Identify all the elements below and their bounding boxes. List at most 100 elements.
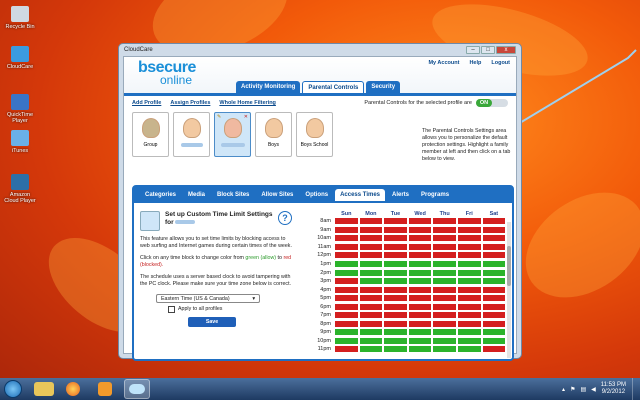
add-profile-link[interactable]: Add Profile <box>132 100 161 106</box>
time-block-blocked[interactable] <box>407 251 433 260</box>
time-block-allowed[interactable] <box>383 260 408 268</box>
time-block-blocked[interactable] <box>481 319 507 328</box>
tab-activity-monitoring[interactable]: Activity Monitoring <box>236 81 301 93</box>
time-block-allowed[interactable] <box>481 328 507 337</box>
start-button[interactable] <box>4 380 22 398</box>
time-block-blocked[interactable] <box>456 217 482 226</box>
time-block-blocked[interactable] <box>432 242 457 251</box>
time-block-allowed[interactable] <box>481 260 507 268</box>
time-block-blocked[interactable] <box>358 234 384 243</box>
time-block-allowed[interactable] <box>432 345 457 354</box>
tab-programs[interactable]: Programs <box>416 189 454 201</box>
time-block-blocked[interactable] <box>481 311 507 320</box>
time-block-allowed[interactable] <box>383 277 408 286</box>
time-block-blocked[interactable] <box>432 217 457 226</box>
timezone-select[interactable]: Eastern Time (US & Canada) ▾ <box>156 294 260 303</box>
time-block-blocked[interactable] <box>358 319 384 328</box>
time-block-blocked[interactable] <box>383 285 408 294</box>
desktop-shortcut[interactable]: QuickTime Player <box>2 94 38 124</box>
show-desktop-button[interactable] <box>632 378 640 400</box>
time-block-allowed[interactable] <box>334 328 359 337</box>
time-block-allowed[interactable] <box>334 260 359 268</box>
whole-home-filtering-link[interactable]: Whole Home Filtering <box>219 100 276 106</box>
time-block-blocked[interactable] <box>407 217 433 226</box>
time-block-allowed[interactable] <box>383 328 408 337</box>
network-icon[interactable]: ▤ <box>580 386 586 393</box>
time-block-blocked[interactable] <box>407 319 433 328</box>
time-block-allowed[interactable] <box>334 268 359 277</box>
time-block-blocked[interactable] <box>481 285 507 294</box>
time-block-allowed[interactable] <box>407 336 433 345</box>
tab-security[interactable]: Security <box>366 81 401 93</box>
volume-icon[interactable]: ◀ <box>591 386 596 393</box>
maximize-button[interactable]: □ <box>481 45 495 54</box>
time-block-allowed[interactable] <box>358 328 384 337</box>
edit-icon[interactable]: ✎ <box>217 114 221 120</box>
time-block-allowed[interactable] <box>358 268 384 277</box>
firefox-icon[interactable] <box>60 379 86 399</box>
profile-card-group[interactable]: Group <box>132 112 169 157</box>
time-block-allowed[interactable] <box>481 336 507 345</box>
time-block-blocked[interactable] <box>383 234 408 243</box>
tray-arrow-icon[interactable]: ▴ <box>562 386 565 393</box>
time-block-blocked[interactable] <box>358 302 384 311</box>
time-block-blocked[interactable] <box>407 311 433 320</box>
time-block-blocked[interactable] <box>358 242 384 251</box>
time-block-blocked[interactable] <box>432 311 457 320</box>
time-block-blocked[interactable] <box>456 251 482 260</box>
tab-allow-sites[interactable]: Allow Sites <box>256 189 298 201</box>
tab-block-sites[interactable]: Block Sites <box>212 189 254 201</box>
time-block-allowed[interactable] <box>407 260 433 268</box>
time-block-blocked[interactable] <box>334 319 359 328</box>
time-block-blocked[interactable] <box>334 277 359 286</box>
time-block-blocked[interactable] <box>407 225 433 234</box>
time-block-blocked[interactable] <box>334 285 359 294</box>
schedule-scrollbar[interactable] <box>507 222 511 358</box>
time-block-blocked[interactable] <box>383 319 408 328</box>
time-block-blocked[interactable] <box>358 251 384 260</box>
time-block-blocked[interactable] <box>432 319 457 328</box>
profile-card-boys[interactable]: Boys <box>255 112 292 157</box>
time-block-allowed[interactable] <box>358 277 384 286</box>
time-block-blocked[interactable] <box>456 319 482 328</box>
time-block-blocked[interactable] <box>481 345 507 354</box>
time-block-blocked[interactable] <box>481 234 507 243</box>
tab-categories[interactable]: Categories <box>140 189 181 201</box>
time-block-blocked[interactable] <box>456 311 482 320</box>
time-block-blocked[interactable] <box>432 285 457 294</box>
tab-options[interactable]: Options <box>300 189 333 201</box>
desktop-shortcut[interactable]: CloudCare <box>2 46 38 70</box>
time-block-allowed[interactable] <box>432 277 457 286</box>
my-account-link[interactable]: My Account <box>428 60 459 66</box>
time-block-blocked[interactable] <box>334 345 359 354</box>
time-block-blocked[interactable] <box>481 294 507 303</box>
time-block-blocked[interactable] <box>481 302 507 311</box>
media-player-icon[interactable] <box>92 379 118 399</box>
parental-controls-toggle[interactable]: ON <box>476 99 508 107</box>
time-block-blocked[interactable] <box>456 302 482 311</box>
clock[interactable]: 11:53 PM 9/2/2012 <box>601 382 626 396</box>
time-block-allowed[interactable] <box>432 260 457 268</box>
time-block-blocked[interactable] <box>481 225 507 234</box>
save-button[interactable]: Save <box>188 317 236 327</box>
time-block-allowed[interactable] <box>456 328 482 337</box>
profile-card-boys-school[interactable]: Boys School <box>296 112 333 157</box>
apply-all-checkbox[interactable] <box>168 306 175 313</box>
time-block-blocked[interactable] <box>334 302 359 311</box>
time-block-blocked[interactable] <box>383 217 408 226</box>
help-link[interactable]: Help <box>469 60 481 66</box>
time-block-blocked[interactable] <box>432 225 457 234</box>
time-block-allowed[interactable] <box>407 277 433 286</box>
time-block-blocked[interactable] <box>334 234 359 243</box>
time-block-blocked[interactable] <box>358 285 384 294</box>
file-explorer-icon[interactable] <box>34 382 54 396</box>
time-block-allowed[interactable] <box>383 345 408 354</box>
time-block-blocked[interactable] <box>407 234 433 243</box>
time-block-blocked[interactable] <box>407 302 433 311</box>
time-block-blocked[interactable] <box>407 285 433 294</box>
time-block-allowed[interactable] <box>456 260 482 268</box>
time-block-blocked[interactable] <box>432 302 457 311</box>
time-block-allowed[interactable] <box>358 336 384 345</box>
minimize-button[interactable]: – <box>466 45 480 54</box>
tab-media[interactable]: Media <box>183 189 210 201</box>
